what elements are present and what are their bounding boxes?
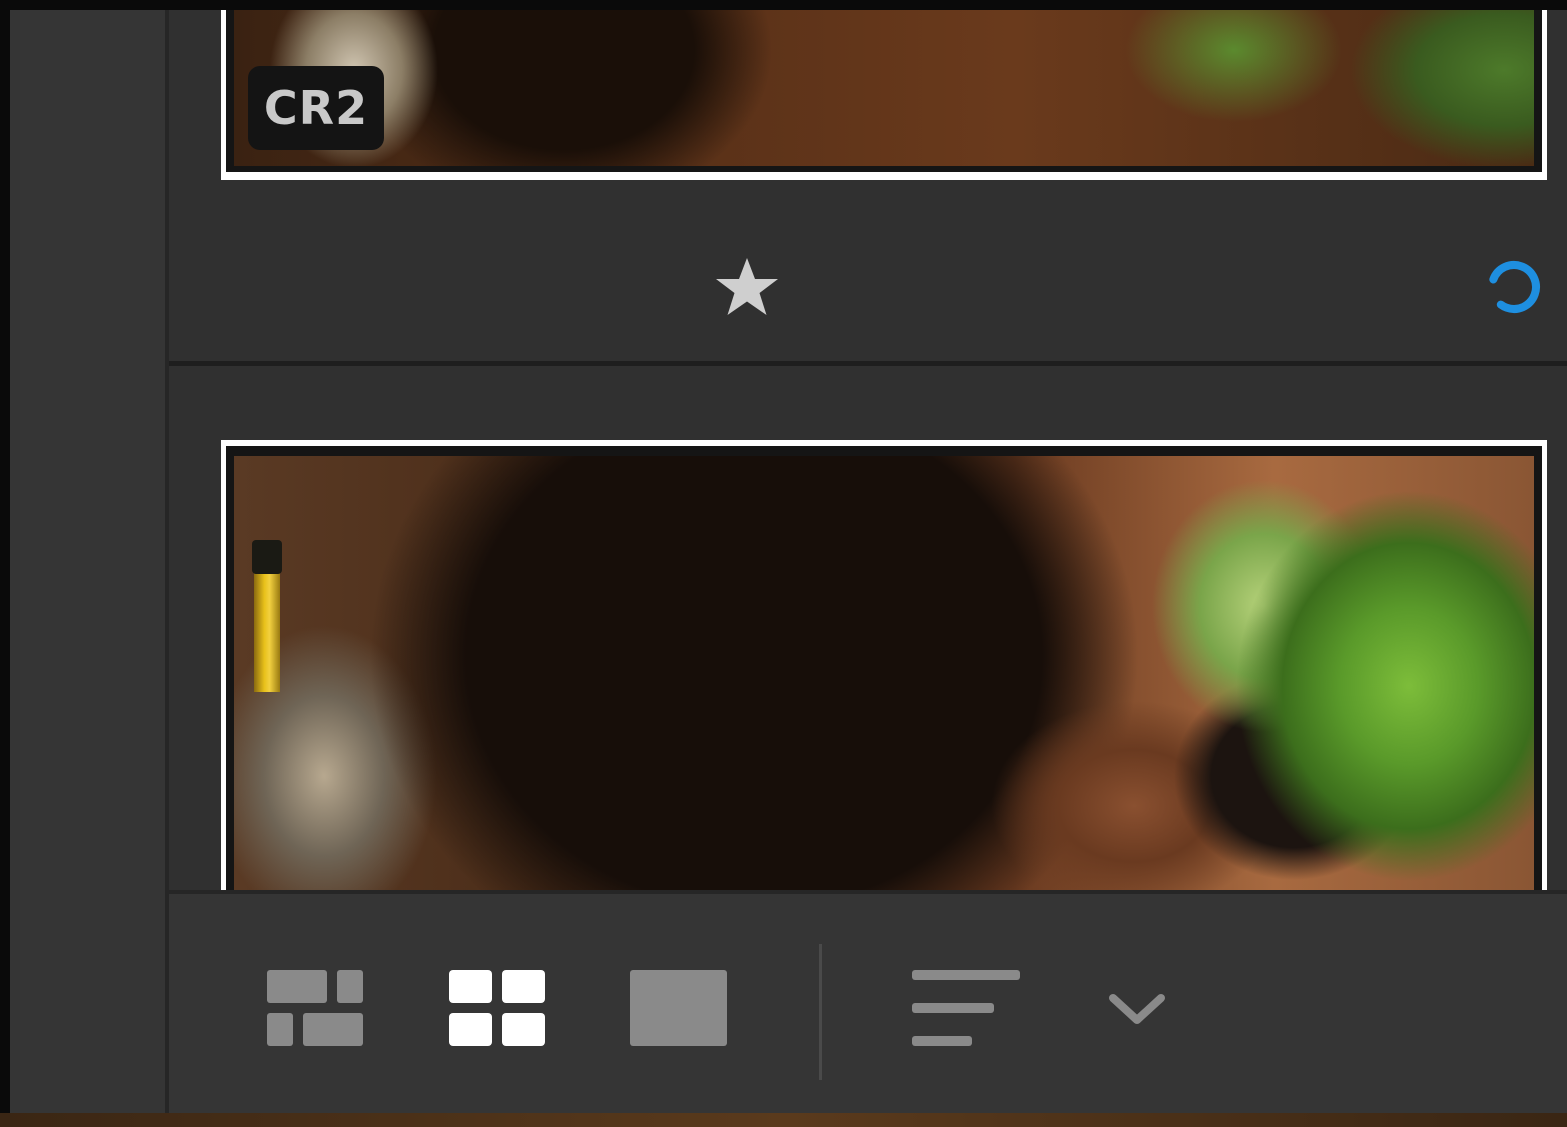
view-toolbar: [169, 890, 1567, 1113]
window-background: [0, 1113, 1567, 1127]
photo-detail: [252, 540, 282, 574]
file-format-badge: CR2: [248, 66, 384, 150]
grid-view-icon[interactable]: [449, 970, 549, 1048]
photo-image: CR2: [234, 10, 1534, 166]
photo-grid[interactable]: CR2: [169, 10, 1567, 900]
detail-view-icon[interactable]: [630, 970, 730, 1048]
photo-image: [234, 456, 1534, 900]
star-icon[interactable]: [712, 252, 782, 322]
toolbar-separator: [819, 944, 822, 1080]
photo-thumbnail-selected[interactable]: CR2: [221, 10, 1547, 180]
left-panel: [10, 10, 169, 1113]
square-grid-view-icon[interactable]: [267, 970, 367, 1048]
row-divider: [169, 361, 1567, 366]
photo-thumbnail-selected[interactable]: [221, 440, 1547, 900]
thumbnail-frame: CR2: [226, 10, 1542, 172]
chevron-down-icon[interactable]: [1107, 990, 1167, 1030]
app-frame: CR2: [10, 10, 1567, 1113]
sort-lines-icon[interactable]: [912, 970, 1024, 1050]
thumbnail-meta-row: [169, 190, 1567, 362]
thumbnail-frame: [226, 446, 1542, 900]
loading-spinner-icon: [1488, 261, 1540, 313]
